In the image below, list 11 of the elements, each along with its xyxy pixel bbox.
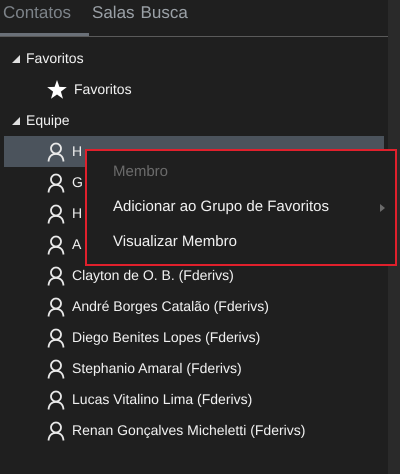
contact-name: H [72,142,82,161]
contact-name: G [72,173,83,192]
contact-name: Lucas Vitalino Lima (Fderivs) [72,390,252,409]
contact-name: Clayton de O. B. (Fderivs) [72,266,234,285]
contact-name: Renan Gonçalves Micheletti (Fderivs) [72,421,306,440]
contact-name: Stephanio Amaral (Fderivs) [72,359,242,378]
contact-name: André Borges Catalão (Fderivs) [72,297,269,316]
contact-name: Diego Benites Lopes (Fderivs) [72,328,260,347]
contact-name: A [72,235,82,254]
contact-name: H [72,204,82,223]
contact-name: Favoritos [74,80,132,99]
